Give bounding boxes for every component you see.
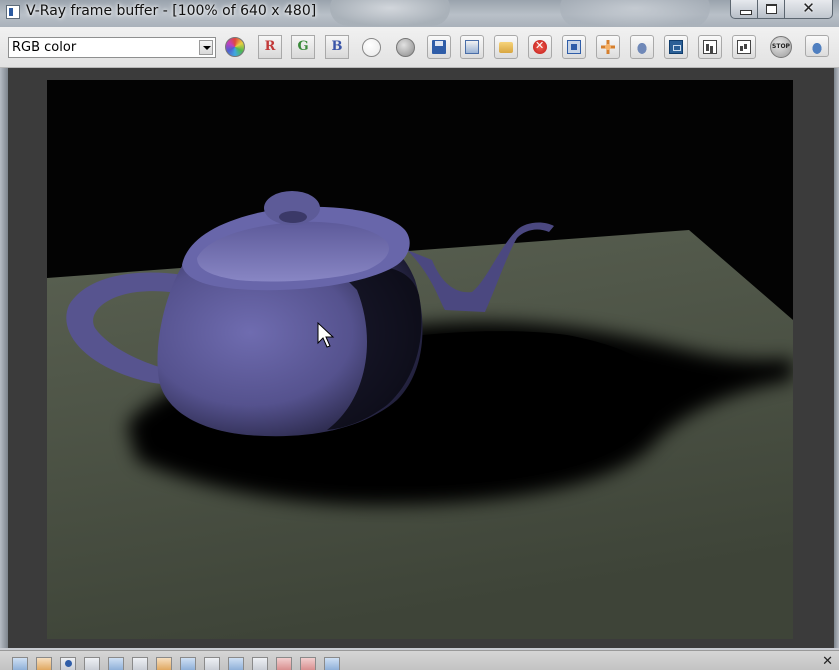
chevron-down-icon[interactable] xyxy=(199,40,213,55)
teapot-icon xyxy=(635,40,649,54)
teapot-render xyxy=(47,191,793,639)
red-channel-button[interactable]: R xyxy=(258,35,282,59)
green-channel-button[interactable]: G xyxy=(291,35,315,59)
region-icon xyxy=(567,40,581,54)
rendered-image[interactable] xyxy=(47,80,793,639)
render-teapot-button[interactable] xyxy=(630,35,654,59)
render-last-button[interactable] xyxy=(805,35,829,57)
history-icon[interactable] xyxy=(252,657,268,670)
channel-icon[interactable] xyxy=(228,657,244,670)
open-image-button[interactable] xyxy=(494,35,518,59)
rgb-channels-icon[interactable] xyxy=(225,37,245,57)
channel-select[interactable]: RGB color xyxy=(8,37,216,58)
window-title: V-Ray frame buffer - [100% of 640 x 480] xyxy=(26,3,317,19)
white-circle-icon[interactable] xyxy=(362,38,381,57)
copy-to-max-fb-button[interactable] xyxy=(460,35,484,59)
teapot-icon xyxy=(810,40,824,54)
histogram-icon xyxy=(703,40,717,54)
close-panel-icon[interactable]: ✕ xyxy=(822,654,833,669)
ab-compare-icon[interactable] xyxy=(300,657,316,670)
save-image-button[interactable] xyxy=(427,35,451,59)
vray-app-icon[interactable] xyxy=(6,5,20,19)
window-border-left xyxy=(0,68,8,648)
title-bar-glass xyxy=(560,0,710,28)
title-bar[interactable]: V-Ray frame buffer - [100% of 640 x 480]… xyxy=(0,0,839,28)
levels-icon[interactable] xyxy=(36,657,52,670)
clear-image-button[interactable] xyxy=(528,35,552,59)
background-icon[interactable] xyxy=(132,657,148,670)
stamp-button[interactable] xyxy=(664,35,688,59)
minimize-button[interactable] xyxy=(730,0,758,19)
close-button[interactable]: ✕ xyxy=(785,0,833,19)
settings-icon[interactable] xyxy=(180,657,196,670)
histogram-button[interactable] xyxy=(698,35,722,59)
folder-icon xyxy=(499,42,513,53)
info-icon[interactable] xyxy=(60,657,76,670)
exposure-icon[interactable] xyxy=(84,657,100,670)
save-image-icon xyxy=(432,40,446,54)
teapot-knob-shadow xyxy=(279,211,307,223)
track-mouse-button[interactable] xyxy=(596,35,620,59)
mono-circle-icon[interactable] xyxy=(396,38,415,57)
pixel-info-icon[interactable] xyxy=(204,657,220,670)
close-icon: ✕ xyxy=(802,0,815,17)
lut-icon xyxy=(737,40,751,54)
bottom-toolbar: ✕ xyxy=(0,650,839,670)
stereo-icon[interactable] xyxy=(324,657,340,670)
stamp-icon xyxy=(669,40,683,54)
lut-button[interactable] xyxy=(732,35,756,59)
title-bar-glass xyxy=(330,0,450,26)
blue-channel-button[interactable]: B xyxy=(325,35,349,59)
clear-icon xyxy=(533,39,547,54)
copy-icon xyxy=(465,40,479,54)
window-border-right xyxy=(834,68,839,648)
maximize-button[interactable] xyxy=(758,0,785,19)
curve-icon[interactable] xyxy=(108,657,124,670)
channel-select-value: RGB color xyxy=(12,40,77,55)
region-render-button[interactable] xyxy=(562,35,586,59)
lens-effects-icon[interactable] xyxy=(156,657,172,670)
toolbar: RGB color R G B STOP xyxy=(0,27,839,68)
window-controls: ✕ xyxy=(730,0,833,19)
color-corrections-icon[interactable] xyxy=(12,657,28,670)
compare-icon[interactable] xyxy=(276,657,292,670)
stop-render-button[interactable]: STOP xyxy=(770,36,792,58)
track-mouse-icon xyxy=(601,40,615,54)
